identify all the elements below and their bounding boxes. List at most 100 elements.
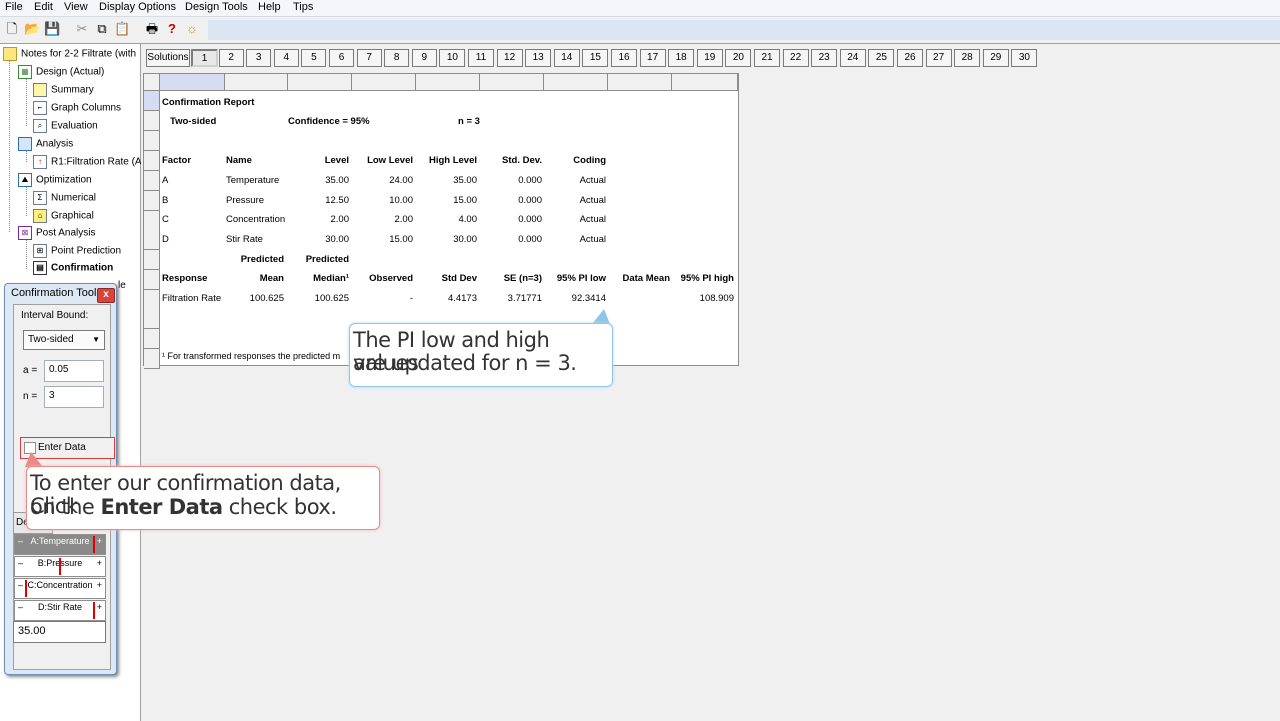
factor-cell: Pressure [226, 195, 265, 206]
menu-file[interactable]: File [5, 1, 23, 13]
solution-tab-23[interactable]: 23 [811, 49, 838, 67]
solution-tab-5[interactable]: 5 [301, 49, 327, 67]
tree-item-analysis[interactable]: Analysis [18, 137, 73, 151]
tree-item-summary[interactable]: Summary [33, 83, 94, 97]
tree-item-graphical[interactable]: ⌂ Graphical [33, 209, 94, 223]
menu-display-options[interactable]: Display Options [99, 1, 176, 13]
factor-cell: Concentration [226, 214, 286, 225]
open-folder-icon[interactable]: 📂 [24, 21, 40, 37]
solution-tab-17[interactable]: 17 [639, 49, 666, 67]
slider-temperature[interactable]: – A:Temperature + [14, 534, 106, 555]
menu-view[interactable]: View [64, 1, 88, 13]
menu-edit[interactable]: Edit [34, 1, 53, 13]
solution-tab-24[interactable]: 24 [839, 49, 866, 67]
factor-cell: 2.00 [330, 214, 350, 225]
factor-cell: Temperature [226, 175, 280, 186]
tree-item-confirmation[interactable]: ▤ Confirmation [33, 261, 113, 275]
tree-item-evaluation[interactable]: ⌕ Evaluation [33, 119, 98, 133]
report-confidence: Confidence = 95% [288, 116, 370, 127]
folder-icon [3, 47, 17, 61]
menu-tips[interactable]: Tips [293, 1, 313, 13]
solution-tab-25[interactable]: 25 [868, 49, 895, 67]
tree-item-point-prediction[interactable]: ⊞ Point Prediction [33, 244, 121, 258]
report-row-header [144, 211, 160, 231]
factor-value-input[interactable]: 35.00 [13, 621, 106, 643]
interval-bound-select[interactable]: Two-sided ▼ [23, 330, 105, 350]
slider-marker[interactable] [25, 580, 27, 597]
tree-item-r1-filtration-rate[interactable]: ↑ R1:Filtration Rate (A [33, 155, 142, 169]
solution-tab-12[interactable]: 12 [496, 49, 523, 67]
tree-item-numerical[interactable]: Σ Numerical [33, 191, 96, 205]
menu-design-tools[interactable]: Design Tools [185, 1, 248, 13]
confirmation-icon: ▤ [33, 261, 47, 275]
factor-cell: Stir Rate [226, 234, 263, 245]
slider-stir-rate[interactable]: – D:Stir Rate + [14, 600, 106, 621]
factor-header-cell: Level [324, 155, 349, 166]
callout-pointer-red [25, 452, 43, 467]
solution-tab-4[interactable]: 4 [273, 49, 299, 67]
slider-marker[interactable] [59, 558, 61, 575]
tree-item-optimization[interactable]: ⛰ Optimization [18, 173, 92, 187]
report-title: Confirmation Report [162, 97, 255, 108]
solution-tab-19[interactable]: 19 [696, 49, 723, 67]
factor-header-cell: Std. Dev. [502, 155, 542, 166]
solution-tab-2[interactable]: 2 [218, 49, 244, 67]
solution-tab-10[interactable]: 10 [439, 49, 466, 67]
solution-tab-1[interactable]: 1 [191, 49, 218, 67]
solution-tab-13[interactable]: 13 [525, 49, 552, 67]
cut-icon[interactable]: ✂ [74, 21, 90, 37]
tip-lightbulb-icon[interactable]: ☼ [184, 21, 200, 37]
solution-tab-21[interactable]: 21 [754, 49, 780, 67]
slider-pressure[interactable]: – B:Pressure + [14, 556, 106, 577]
solution-tab-9[interactable]: 9 [411, 49, 437, 67]
report-row-header [144, 250, 160, 270]
pi-values-callout: The PI low and high values are updated f… [349, 323, 613, 387]
factor-cell: 10.00 [389, 195, 413, 206]
solution-tab-16[interactable]: 16 [611, 49, 637, 67]
solution-tab-20[interactable]: 20 [725, 49, 752, 67]
close-icon[interactable]: x [97, 288, 115, 303]
factor-cell: Actual [579, 175, 606, 186]
solution-tab-14[interactable]: 14 [553, 49, 580, 67]
save-icon[interactable]: 💾 [44, 21, 60, 37]
new-file-icon[interactable]: 🗋 [4, 21, 20, 37]
n-input[interactable]: 3 [44, 386, 104, 408]
tree-item-post-analysis[interactable]: ⊠ Post Analysis [18, 226, 95, 240]
copy-icon[interactable]: ⧉ [94, 21, 110, 37]
solution-tab-18[interactable]: 18 [668, 49, 695, 67]
factor-cell: B [162, 195, 169, 206]
solution-tab-11[interactable]: 11 [468, 49, 494, 67]
help-question-icon[interactable]: ? [164, 21, 180, 37]
response-header-cell: Std Dev [441, 273, 477, 284]
solution-tab-30[interactable]: 30 [1011, 49, 1038, 67]
factor-cell: Actual [579, 214, 606, 225]
menu-help[interactable]: Help [258, 1, 281, 13]
chevron-down-icon: ▼ [92, 335, 100, 344]
solution-tab-27[interactable]: 27 [925, 49, 952, 67]
tree-item-design[interactable]: ▦ Design (Actual) [18, 65, 104, 79]
report-n: n = 3 [458, 116, 480, 127]
response-header-cell: SE (n=3) [503, 273, 542, 284]
solution-tab-28[interactable]: 28 [954, 49, 981, 67]
solution-tab-7[interactable]: 7 [356, 49, 382, 67]
slider-marker[interactable] [93, 602, 95, 619]
solution-tab-8[interactable]: 8 [384, 49, 410, 67]
tree-root[interactable]: Notes for 2-2 Filtrate (with [3, 47, 136, 61]
solution-tab-26[interactable]: 26 [897, 49, 923, 67]
response-header-cell: Median¹ [313, 273, 349, 284]
tree-item-graph-columns[interactable]: ⌐ Graph Columns [33, 101, 121, 115]
solution-tab-15[interactable]: 15 [582, 49, 609, 67]
enter-data-callout: To enter our confirmation data, Click on… [26, 466, 380, 530]
slider-concentration[interactable]: – C:Concentration + [14, 578, 106, 599]
solution-tab-6[interactable]: 6 [329, 49, 354, 67]
factor-cell: 4.00 [458, 214, 478, 225]
alpha-label: a = [23, 365, 38, 376]
paste-icon[interactable]: 📋 [114, 21, 130, 37]
print-icon[interactable]: 🖶 [144, 21, 160, 37]
solution-tab-3[interactable]: 3 [246, 49, 272, 67]
solution-tab-22[interactable]: 22 [782, 49, 809, 67]
factor-header-cell: High Level [428, 155, 477, 166]
solution-tab-29[interactable]: 29 [982, 49, 1009, 67]
alpha-input[interactable]: 0.05 [44, 360, 104, 382]
slider-marker[interactable] [93, 536, 95, 553]
